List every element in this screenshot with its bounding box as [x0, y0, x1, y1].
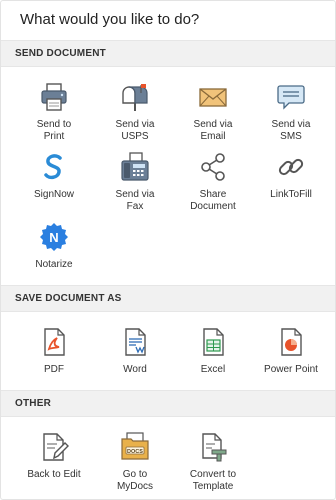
share-document-label: Share Document — [190, 189, 236, 212]
send-via-email-label: Send via Email — [193, 119, 233, 142]
chat-bubble-icon — [275, 81, 307, 113]
send-via-fax-button[interactable]: Send via Fax — [95, 151, 175, 213]
save-as-excel-button[interactable]: Excel — [173, 326, 253, 376]
section-header-send: SEND DOCUMENT — [1, 40, 335, 67]
powerpoint-label: Power Point — [264, 364, 318, 375]
go-to-mydocs-button[interactable]: DOCS Go to MyDocs — [95, 431, 175, 493]
linktofill-label: LinkToFill — [270, 189, 312, 200]
send-to-print-button[interactable]: Send to Print — [14, 81, 94, 143]
mailbox-icon — [119, 81, 151, 113]
save-as-powerpoint-button[interactable]: Power Point — [251, 326, 331, 376]
back-to-edit-button[interactable]: Back to Edit — [14, 431, 94, 481]
send-via-sms-label: Send via SMS — [271, 119, 311, 142]
linktofill-button[interactable]: LinkToFill — [251, 151, 331, 201]
save-as-pdf-button[interactable]: PDF — [14, 326, 94, 376]
send-via-email-button[interactable]: Send via Email — [173, 81, 253, 143]
edit-document-icon — [38, 431, 70, 463]
send-via-usps-label: Send via USPS — [115, 119, 155, 142]
send-via-sms-button[interactable]: Send via SMS — [251, 81, 331, 143]
send-via-fax-label: Send via Fax — [115, 189, 155, 212]
section-title-save: SAVE DOCUMENT AS — [15, 293, 122, 304]
pdf-label: PDF — [44, 364, 64, 375]
envelope-icon — [197, 81, 229, 113]
fax-icon — [119, 151, 151, 183]
docs-icon-text: DOCS — [127, 449, 143, 455]
printer-icon — [38, 81, 70, 113]
section-title-other: OTHER — [15, 398, 51, 409]
share-document-button[interactable]: Share Document — [173, 151, 253, 213]
convert-to-template-button[interactable]: Convert to Template — [173, 431, 253, 493]
save-as-word-button[interactable]: Word — [95, 326, 175, 376]
send-to-print-label: Send to Print — [36, 119, 72, 142]
signnow-button[interactable]: SignNow — [14, 151, 94, 201]
word-file-icon — [119, 326, 151, 358]
notarize-label: Notarize — [35, 259, 73, 270]
dialog-title: What would you like to do? — [20, 11, 200, 28]
excel-file-icon — [197, 326, 229, 358]
pdf-file-icon — [38, 326, 70, 358]
section-header-other: OTHER — [1, 390, 335, 417]
share-icon — [197, 151, 229, 183]
send-via-usps-button[interactable]: Send via USPS — [95, 81, 175, 143]
svg-text:N: N — [49, 230, 58, 245]
powerpoint-file-icon — [275, 326, 307, 358]
section-title-send: SEND DOCUMENT — [15, 48, 106, 59]
docs-folder-icon: DOCS — [119, 431, 151, 463]
link-icon — [275, 151, 307, 183]
notarize-button[interactable]: N Notarize — [14, 221, 94, 271]
go-to-mydocs-label: Go to MyDocs — [116, 469, 154, 492]
word-label: Word — [123, 364, 147, 375]
excel-label: Excel — [200, 364, 226, 375]
template-icon — [197, 431, 229, 463]
back-to-edit-label: Back to Edit — [27, 469, 81, 480]
convert-to-template-label: Convert to Template — [189, 469, 237, 492]
section-header-save: SAVE DOCUMENT AS — [1, 285, 335, 312]
signnow-label: SignNow — [33, 189, 75, 200]
notarize-icon: N — [38, 221, 70, 253]
dialog: What would you like to do? SEND DOCUMENT… — [0, 0, 336, 500]
signnow-logo-icon — [38, 151, 70, 183]
